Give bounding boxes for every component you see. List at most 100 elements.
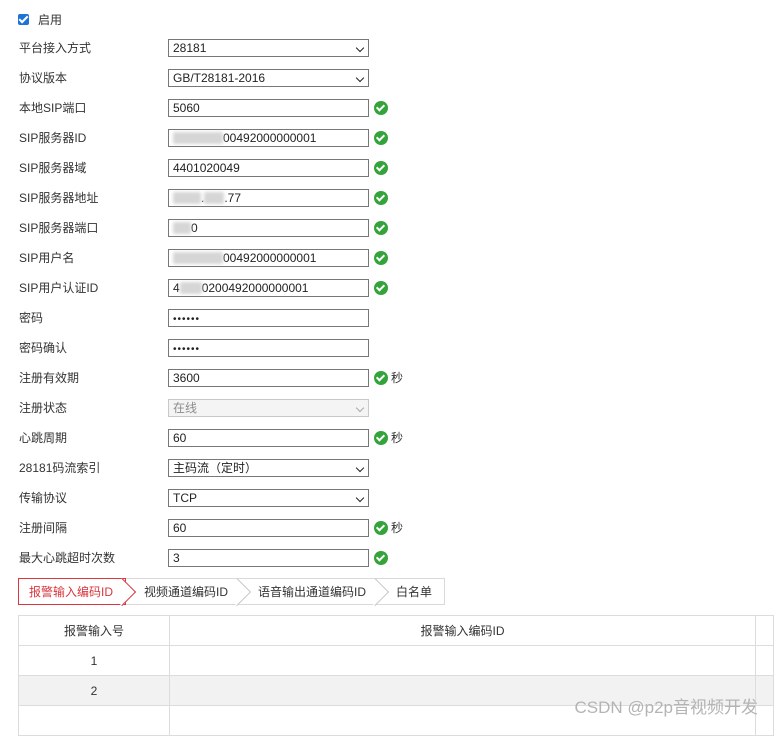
redacted-mask [179,282,202,294]
tab-audio-output-code-id[interactable]: 语音输出通道编码ID [240,577,390,607]
heartbeat-period-label: 心跳周期 [19,431,68,445]
access-mode-select[interactable]: 28181 [168,39,369,57]
heartbeat-period-value: 60 [173,431,187,445]
heartbeat-period-input[interactable]: 60 [168,429,369,447]
form-row-transport-protocol: 传输协议 TCP [0,483,774,513]
alarm-input-no-cell: 1 [18,645,170,676]
password-confirm-value: •••••• [173,344,201,355]
seconds-unit: 秒 [391,521,404,535]
chevron-down-icon [355,463,365,473]
local-sip-port-input[interactable]: 5060 [168,99,369,117]
check-circle-icon [374,431,388,445]
registration-interval-label: 注册间隔 [19,521,68,535]
max-heartbeat-timeouts-label: 最大心跳超时次数 [19,551,116,565]
enable-row[interactable]: 启用 [18,11,62,27]
column-header-alarm-input-no: 报警输入号 [18,615,170,646]
check-circle-icon [374,221,388,235]
chevron-down-icon [355,493,365,503]
check-circle-icon [374,281,388,295]
form-row-local-sip-port: 本地SIP端口 5060 [0,93,774,123]
local-sip-port-label: 本地SIP端口 [19,101,87,115]
redacted-mask [204,192,225,204]
tab-alarm-input-code-id[interactable]: 报警输入编码ID [18,577,137,607]
form-row-registration-interval: 注册间隔 60 秒 [0,513,774,543]
column-header-spacer [755,615,774,646]
password-value: •••••• [173,314,201,325]
tab-video-channel-code-id[interactable]: 视频通道编码ID [126,577,252,607]
tab-label: 白名单 [396,585,433,599]
tab-label: 语音输出通道编码ID [258,585,367,599]
sip-server-address-label: SIP服务器地址 [19,191,99,205]
sip-username-input[interactable]: 00492000000001 [168,249,369,267]
password-confirm-input[interactable]: •••••• [168,339,369,357]
local-sip-port-value: 5060 [173,101,200,115]
transport-protocol-select[interactable]: TCP [168,489,369,507]
check-circle-icon [374,131,388,145]
form-row-sip-server-address: SIP服务器地址 . .77 [0,183,774,213]
table-header-row: 报警输入号 报警输入编码ID [18,615,774,646]
form-row-sip-server-domain: SIP服务器域 4401020049 [0,153,774,183]
check-circle-icon [374,521,388,535]
form-row-access-mode: 平台接入方式 28181 [0,33,774,63]
redacted-mask [173,192,201,204]
registration-validity-value: 3600 [173,371,200,385]
form-row-sip-username: SIP用户名 00492000000001 [0,243,774,273]
form-row-password-confirm: 密码确认 •••••• [0,333,774,363]
sip-server-address-value: .77 [224,191,242,205]
sip-server-id-input[interactable]: 00492000000001 [168,129,369,147]
password-input[interactable]: •••••• [168,309,369,327]
seconds-unit: 秒 [391,431,404,445]
alarm-input-code-id-cell[interactable] [169,645,756,676]
form-row-protocol-version: 协议版本 GB/T28181-2016 [0,63,774,93]
access-mode-label: 平台接入方式 [19,41,92,55]
sip-username-value: 00492000000001 [223,251,317,265]
tab-label: 报警输入编码ID [29,585,114,599]
registration-status-value: 在线 [173,401,198,415]
sip-auth-id-input[interactable]: 4 0200492000000001 [168,279,369,297]
registration-interval-input[interactable]: 60 [168,519,369,537]
form-row-registration-validity: 注册有效期 3600 秒 [0,363,774,393]
check-circle-icon [374,251,388,265]
max-heartbeat-timeouts-value: 3 [173,551,180,565]
alarm-input-no-cell: 2 [18,675,170,706]
sip-server-domain-input[interactable]: 4401020049 [168,159,369,177]
form-row-sip-server-port: SIP服务器端口 0 [0,213,774,243]
stream-index-select[interactable]: 主码流（定时） [168,459,369,477]
sip-server-address-input[interactable]: . .77 [168,189,369,207]
redacted-mask [173,222,191,234]
max-heartbeat-timeouts-input[interactable]: 3 [168,549,369,567]
form-row-sip-server-id: SIP服务器ID 00492000000001 [0,123,774,153]
form-row-stream-index: 28181码流索引 主码流（定时） [0,453,774,483]
stream-index-value: 主码流（定时） [173,461,258,475]
sip-auth-id-value: 0200492000000001 [201,281,309,295]
access-mode-value: 28181 [173,41,207,55]
registration-status-select: 在线 [168,399,369,417]
sip-server-port-label: SIP服务器端口 [19,221,99,235]
column-header-alarm-input-code-id: 报警输入编码ID [169,615,756,646]
protocol-version-select[interactable]: GB/T28181-2016 [168,69,369,87]
registration-validity-input[interactable]: 3600 [168,369,369,387]
sip-server-id-value: 00492000000001 [223,131,317,145]
transport-protocol-label: 传输协议 [19,491,68,505]
spacer-cell [755,705,774,736]
stream-index-label: 28181码流索引 [19,461,101,475]
alarm-input-no-cell [18,705,170,736]
registration-status-label: 注册状态 [19,401,68,415]
check-circle-icon [374,191,388,205]
transport-protocol-value: TCP [173,491,197,505]
form-row-registration-status: 注册状态 在线 [0,393,774,423]
sip-server-domain-label: SIP服务器域 [19,161,87,175]
table-row[interactable]: 1 [18,645,774,676]
seconds-unit: 秒 [391,371,404,385]
registration-validity-label: 注册有效期 [19,371,80,385]
sip-server-id-label: SIP服务器ID [19,131,87,145]
chevron-down-icon [355,43,365,53]
spacer-cell [755,675,774,706]
tab-label: 视频通道编码ID [144,585,229,599]
password-confirm-label: 密码确认 [19,341,68,355]
code-id-tabs: 报警输入编码ID 视频通道编码ID 语音输出通道编码ID 白名单 [18,577,446,607]
sip-server-domain-value: 4401020049 [173,161,240,175]
sip-server-port-input[interactable]: 0 [168,219,369,237]
protocol-version-label: 协议版本 [19,71,68,85]
enable-checkbox[interactable] [18,13,29,25]
